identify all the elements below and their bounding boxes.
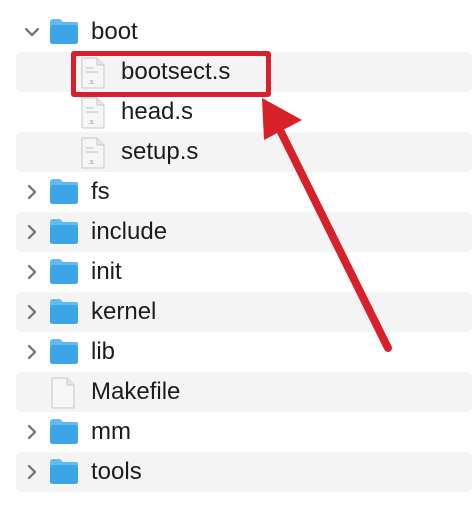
tree-row-mm[interactable]: mm bbox=[16, 412, 472, 452]
assembly-file-icon: .s bbox=[80, 137, 106, 174]
chevron-right-icon[interactable] bbox=[22, 342, 42, 362]
folder-icon bbox=[48, 416, 80, 451]
tree-row-tools[interactable]: tools bbox=[16, 452, 472, 492]
tree-row-kernel[interactable]: kernel bbox=[16, 292, 472, 332]
folder-icon bbox=[48, 16, 80, 51]
tree-row-label: kernel bbox=[91, 298, 157, 325]
tree-row-label: bootsect.s bbox=[121, 58, 231, 85]
tree-row-makefile[interactable]: Makefile bbox=[16, 372, 472, 412]
tree-row-label: head.s bbox=[121, 98, 194, 125]
svg-text:.s: .s bbox=[88, 119, 94, 126]
chevron-right-icon[interactable] bbox=[22, 262, 42, 282]
tree-row-label: boot bbox=[91, 18, 138, 45]
tree-row-label: init bbox=[91, 258, 122, 285]
folder-icon bbox=[48, 336, 80, 371]
tree-row-init[interactable]: init bbox=[16, 252, 472, 292]
chevron-right-icon[interactable] bbox=[22, 302, 42, 322]
chevron-right-icon[interactable] bbox=[22, 462, 42, 482]
tree-row-fs[interactable]: fs bbox=[16, 172, 472, 212]
folder-icon bbox=[48, 456, 80, 491]
tree-row-label: tools bbox=[91, 458, 142, 485]
chevron-right-icon[interactable] bbox=[22, 422, 42, 442]
tree-row-label: setup.s bbox=[121, 138, 199, 165]
chevron-right-icon[interactable] bbox=[22, 182, 42, 202]
tree-row-setup[interactable]: .s setup.s bbox=[16, 132, 472, 172]
tree-row-label: Makefile bbox=[91, 378, 181, 405]
tree-row-include[interactable]: include bbox=[16, 212, 472, 252]
folder-icon bbox=[48, 256, 80, 291]
tree-row-label: fs bbox=[91, 178, 110, 205]
folder-icon bbox=[48, 176, 80, 211]
chevron-down-icon[interactable] bbox=[22, 22, 42, 42]
tree-row-lib[interactable]: lib bbox=[16, 332, 472, 372]
folder-icon bbox=[48, 296, 80, 331]
chevron-right-icon[interactable] bbox=[22, 222, 42, 242]
assembly-file-icon: .s bbox=[80, 97, 106, 134]
svg-text:.s: .s bbox=[88, 79, 94, 86]
tree-row-label: lib bbox=[91, 338, 116, 365]
tree-row-boot[interactable]: boot bbox=[16, 12, 472, 52]
tree-row-label: include bbox=[91, 218, 168, 245]
tree-row-head[interactable]: .s head.s bbox=[16, 92, 472, 132]
document-icon bbox=[50, 377, 76, 414]
assembly-file-icon: .s bbox=[80, 57, 106, 94]
tree-row-label: mm bbox=[91, 418, 131, 445]
folder-icon bbox=[48, 216, 80, 251]
svg-text:.s: .s bbox=[88, 159, 94, 166]
tree-row-bootsect[interactable]: .s bootsect.s bbox=[16, 52, 472, 92]
